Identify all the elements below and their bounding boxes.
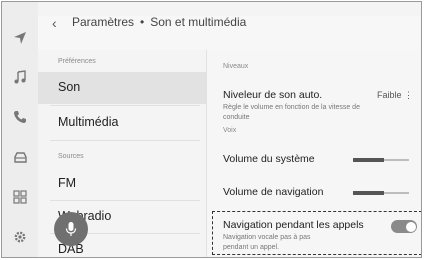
- section-header-sources: Sources: [58, 153, 84, 160]
- phone-icon[interactable]: [11, 108, 29, 126]
- voice-assistant-button[interactable]: [54, 212, 88, 246]
- auto-level-label: Niveleur de son auto.: [223, 89, 323, 101]
- navigation-arrow-icon[interactable]: [11, 29, 29, 47]
- system-volume-label: Volume du système: [223, 153, 315, 165]
- slider-fill: [353, 158, 384, 162]
- nav-rail: [2, 2, 38, 257]
- section-header-niveaux: Niveaux: [223, 63, 249, 70]
- list-item-label: Son: [58, 80, 81, 94]
- breadcrumb-parent[interactable]: Paramètres: [72, 15, 134, 29]
- system-volume-slider[interactable]: [353, 158, 409, 162]
- list-item-multimedia[interactable]: Multimédia: [38, 107, 206, 139]
- list-item-label: Multimédia: [58, 115, 119, 129]
- list-item-fm[interactable]: FM: [38, 168, 206, 200]
- section-header-preferences: Préférences: [58, 58, 96, 65]
- list-item-son[interactable]: Son: [38, 72, 206, 104]
- music-note-icon[interactable]: [11, 68, 29, 86]
- car-icon[interactable]: [11, 148, 29, 166]
- section-header-voix: Voix: [223, 127, 237, 134]
- auto-level-row[interactable]: Niveleur de son auto. Faible ⋮ Règle le …: [207, 76, 421, 126]
- divider: [50, 140, 200, 141]
- system-volume-row[interactable]: Volume du système: [207, 145, 421, 171]
- apps-grid-icon[interactable]: [11, 188, 29, 206]
- nav-volume-row[interactable]: Volume de navigation: [207, 178, 421, 204]
- gear-icon[interactable]: [11, 228, 29, 246]
- chevron-left-icon[interactable]: ‹: [52, 15, 57, 31]
- nav-volume-label: Volume de navigation: [223, 186, 324, 198]
- breadcrumb: ‹ Paramètres • Son et multimédia: [38, 15, 421, 50]
- divider: [50, 105, 200, 106]
- more-vert-icon: ⋮: [404, 90, 413, 100]
- breadcrumb-separator: •: [140, 15, 145, 29]
- highlight-box: [212, 211, 421, 255]
- screen: ‹ Paramètres • Son et multimédia Préférenc…: [1, 1, 422, 258]
- slider-fill: [353, 191, 384, 195]
- auto-level-description: Règle le volume en fonction de la vitess…: [223, 104, 360, 121]
- auto-level-value[interactable]: Faible ⋮: [377, 90, 413, 101]
- microphone-icon: [65, 222, 77, 236]
- list-item-label: FM: [58, 176, 77, 190]
- breadcrumb-current: Son et multimédia: [150, 15, 247, 29]
- nav-volume-slider[interactable]: [353, 191, 409, 195]
